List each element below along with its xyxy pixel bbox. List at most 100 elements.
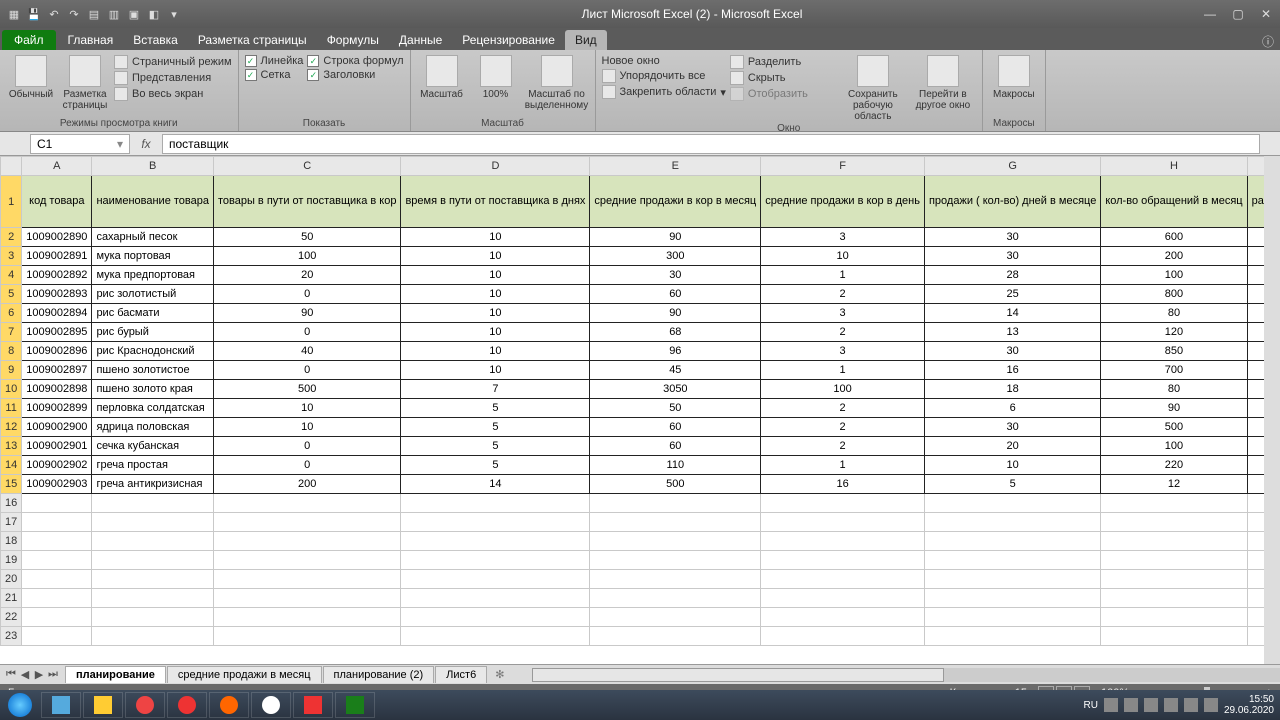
taskbar-app[interactable] [83,692,123,718]
cell[interactable] [590,551,761,570]
row-header[interactable]: 3 [1,247,22,266]
cell[interactable]: 50 [590,399,761,418]
cell[interactable]: 5 [401,418,590,437]
cell[interactable]: 20 [213,266,400,285]
cell[interactable] [22,532,92,551]
freeze-panes-button[interactable]: Закрепить области ▾ [602,85,726,99]
qat-icon[interactable]: ▣ [126,6,142,22]
zoom-button[interactable]: Масштаб [417,53,467,100]
cell[interactable] [92,513,214,532]
cell[interactable]: 10 [924,456,1100,475]
cell[interactable]: 1009002892 [22,266,92,285]
table-column-header[interactable]: кол-во обращений в месяц [1101,176,1247,228]
cell[interactable]: 110 [590,456,761,475]
cell[interactable]: 16 [761,475,925,494]
cell[interactable]: 3 [761,304,925,323]
cell[interactable]: 1009002893 [22,285,92,304]
column-header[interactable]: C [213,157,400,176]
ribbon-tab[interactable]: Данные [389,30,452,50]
sheet-tab[interactable]: средние продажи в месяц [167,666,322,683]
name-box[interactable]: C1▾ [30,134,130,154]
cell[interactable]: 1009002894 [22,304,92,323]
cell[interactable]: ядрица половская [92,418,214,437]
page-break-button[interactable]: Страничный режим [114,55,232,69]
cell[interactable]: сахарный песок [92,228,214,247]
cell[interactable] [22,513,92,532]
cell[interactable]: 1009002898 [22,380,92,399]
cell[interactable] [1101,551,1247,570]
cell[interactable] [924,570,1100,589]
cell[interactable]: 30 [924,228,1100,247]
help-icon[interactable]: ⓘ [1262,33,1280,50]
cell[interactable] [924,551,1100,570]
cell[interactable] [761,627,925,646]
cell[interactable]: 300 [590,247,761,266]
cell[interactable]: 6 [924,399,1100,418]
cell[interactable] [401,570,590,589]
cell[interactable]: 10 [213,418,400,437]
page-layout-button[interactable]: Разметка страницы [60,53,110,111]
cell[interactable]: рис бурый [92,323,214,342]
tray-icon[interactable] [1104,698,1118,712]
custom-views-button[interactable]: Представления [114,71,232,85]
cell[interactable]: 100 [1101,266,1247,285]
cell[interactable]: 16 [924,361,1100,380]
row-header[interactable]: 19 [1,551,22,570]
cell[interactable]: 0 [213,361,400,380]
row-header[interactable]: 11 [1,399,22,418]
cell[interactable] [92,532,214,551]
cell[interactable]: 40 [213,342,400,361]
cell[interactable]: пшено золото края [92,380,214,399]
column-header[interactable]: A [22,157,92,176]
cell[interactable] [22,627,92,646]
new-sheet-icon[interactable]: ✻ [487,668,512,681]
cell[interactable]: 100 [761,380,925,399]
cell[interactable] [401,627,590,646]
table-column-header[interactable]: средние продажи в кор в день [761,176,925,228]
sheet-tab[interactable]: планирование [65,666,166,683]
cell[interactable]: 220 [1101,456,1247,475]
cell[interactable]: рис басмати [92,304,214,323]
cell[interactable] [213,627,400,646]
cell[interactable]: 5 [401,437,590,456]
cell[interactable]: перловка солдатская [92,399,214,418]
taskbar-app[interactable] [125,692,165,718]
row-header[interactable]: 10 [1,380,22,399]
cell[interactable]: 100 [213,247,400,266]
row-header[interactable]: 17 [1,513,22,532]
cell[interactable]: 20 [924,437,1100,456]
column-header[interactable]: F [761,157,925,176]
sheet-tab[interactable]: планирование (2) [323,666,435,683]
headings-checkbox[interactable]: ✓Заголовки [307,69,403,81]
table-column-header[interactable]: наименование товара [92,176,214,228]
cell[interactable] [401,608,590,627]
spreadsheet-grid[interactable]: ABCDEFGHIJKLMNO1код товаранаименование т… [0,156,1280,668]
macros-button[interactable]: Макросы [989,53,1039,100]
cell[interactable] [92,589,214,608]
tray-icon[interactable] [1144,698,1158,712]
cell[interactable] [590,570,761,589]
cell[interactable]: 120 [1101,323,1247,342]
row-header[interactable]: 2 [1,228,22,247]
ribbon-tab[interactable]: Формулы [317,30,389,50]
column-header[interactable]: G [924,157,1100,176]
cell[interactable] [401,513,590,532]
cell[interactable]: 90 [1101,399,1247,418]
cell[interactable] [590,513,761,532]
cell[interactable]: 2 [761,285,925,304]
start-button[interactable] [0,691,40,719]
cell[interactable]: 500 [1101,418,1247,437]
new-window-button[interactable]: Новое окно [602,55,726,67]
cell[interactable] [761,494,925,513]
cell[interactable] [590,608,761,627]
row-header[interactable]: 22 [1,608,22,627]
cell[interactable]: 68 [590,323,761,342]
table-column-header[interactable]: средние продажи в кор в месяц [590,176,761,228]
cell[interactable]: 500 [590,475,761,494]
tray-clock[interactable]: 15:5029.06.2020 [1224,694,1274,716]
cell[interactable] [92,608,214,627]
close-button[interactable]: ✕ [1252,4,1280,24]
cell[interactable]: 1009002899 [22,399,92,418]
cell[interactable]: 800 [1101,285,1247,304]
cell[interactable] [924,513,1100,532]
